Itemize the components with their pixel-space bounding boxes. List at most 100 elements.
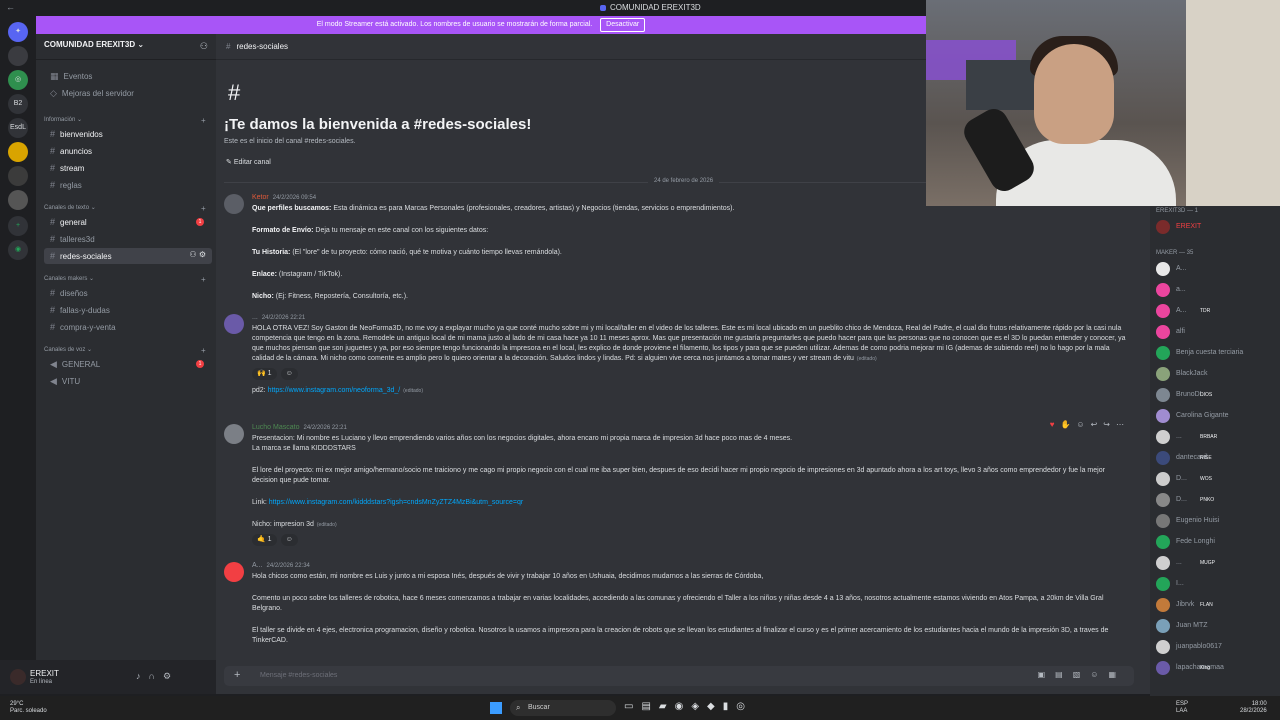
sidebar-item-boosts[interactable]: ◇ Mejoras del servidor [44, 85, 212, 101]
member-item[interactable]: alfi [1156, 325, 1280, 341]
avatar [1156, 220, 1170, 234]
category-voice[interactable]: Canales de voz ⌄ + [44, 346, 206, 355]
message-author[interactable]: Lucho Mascato [252, 424, 299, 431]
category-makers[interactable]: Canales makers ⌄ + [44, 275, 206, 284]
member-item[interactable]: Benja cuesta terciaria [1156, 346, 1280, 362]
reaction-chip[interactable]: 🙌 1 [252, 368, 277, 380]
channel-name: redes-sociales [236, 42, 289, 51]
server-icon[interactable] [8, 166, 28, 186]
server-b2[interactable]: B2 [8, 94, 28, 114]
channel-stream[interactable]: # stream [44, 160, 212, 176]
windows-start-icon[interactable] [490, 702, 502, 714]
category-text[interactable]: Canales de texto ⌄ + [44, 204, 206, 213]
member-item[interactable]: juanpablo0617 [1156, 640, 1280, 656]
member-name: a... [1176, 286, 1186, 293]
back-arrow-icon[interactable]: ← [6, 2, 15, 12]
server-icon[interactable] [8, 46, 28, 66]
member-owner[interactable]: EREXIT [1156, 220, 1280, 236]
add-channel-icon: + [201, 275, 206, 284]
avatar [1156, 262, 1170, 276]
avatar [1156, 535, 1170, 549]
gif-icon: ▤ [1055, 670, 1073, 679]
channel-anuncios[interactable]: # anuncios [44, 143, 212, 159]
voice-channel-vitu[interactable]: ◀ VITU [44, 373, 212, 389]
edit-channel-button[interactable]: ✎ Editar canal [226, 158, 271, 166]
member-item[interactable]: Fede Longhi [1156, 535, 1280, 551]
search-icon: ⌕ [516, 703, 521, 712]
channel-bienvenidos[interactable]: # bienvenidos [44, 126, 212, 142]
streamer-mode-banner: El modo Streamer está activado. Los nomb… [36, 16, 926, 34]
taskbar-search[interactable]: ⌕ Buscar [510, 700, 616, 716]
member-item[interactable]: dantecavil RISE [1156, 451, 1280, 467]
channel-reglas[interactable]: # reglas [44, 177, 212, 193]
reaction-chip[interactable]: 🤙 1 [252, 534, 277, 546]
invite-people-icon[interactable]: ⚇ [200, 41, 208, 52]
voice-channel-general[interactable]: ◀ GENERAL 1 [44, 356, 212, 372]
add-reaction-icon[interactable]: ☺ [280, 534, 298, 546]
member-item[interactable]: Carolina Gigante [1156, 409, 1280, 425]
voice-controls[interactable]: ♪∩⚙ [136, 671, 179, 682]
explore-icon[interactable]: ◉ [8, 240, 28, 260]
server-header[interactable]: COMUNIDAD EREXIT3D ⌄ ⚇ [36, 34, 216, 60]
member-item[interactable]: ... MUGP [1156, 556, 1280, 572]
taskbar-apps[interactable]: ▭▤▰◉◈◆▮◎ [624, 701, 753, 712]
attach-plus-icon[interactable]: + [234, 669, 240, 681]
input-tools[interactable]: ▣▤▧☺▦ [1038, 670, 1126, 679]
channel-sidebar: COMUNIDAD EREXIT3D ⌄ ⚇ ▦ Eventos ◇ Mejoras… [36, 34, 216, 660]
member-item[interactable]: A... [1156, 262, 1280, 278]
avatar[interactable] [224, 424, 244, 444]
message-author[interactable]: Ketor [252, 194, 269, 201]
channel-redes-sociales[interactable]: # redes-sociales ⚇ ⚙ [44, 248, 212, 264]
channel-talleres3d[interactable]: # talleres3d [44, 231, 212, 247]
member-name: Eugenio Huisi [1176, 517, 1220, 524]
member-item[interactable]: Juan MTZ [1156, 619, 1280, 635]
message-author[interactable]: ... [252, 314, 258, 321]
message-author[interactable]: A... [252, 562, 263, 569]
member-item[interactable]: lapachamamaa King [1156, 661, 1280, 677]
add-server-icon[interactable]: + [8, 216, 28, 236]
avatar[interactable] [10, 669, 26, 685]
server-icon[interactable] [8, 190, 28, 210]
member-name: Benja cuesta terciaria [1176, 349, 1244, 356]
channel-general[interactable]: # general 1 [44, 214, 212, 230]
member-item[interactable]: Jibrvk FLAN [1156, 598, 1280, 614]
member-item[interactable]: A... TDR [1156, 304, 1280, 320]
clock[interactable]: 18:00 28/2/2026 [1240, 701, 1267, 715]
message-timestamp: 24/2/2026 22:21 [261, 315, 306, 321]
direct-messages-icon[interactable]: ✦ [8, 22, 28, 42]
instagram-link[interactable]: https://www.instagram.com/neoforma_3d_/ [268, 387, 401, 394]
calendar-icon: ▦ [50, 71, 59, 81]
deactivate-button[interactable]: Desactivar [600, 18, 646, 32]
channel-fallas-y-dudas[interactable]: # fallas-y-dudas [44, 302, 212, 318]
category-info[interactable]: Información ⌄ + [44, 116, 206, 125]
weather-widget[interactable]: 29°C Parc. soleado [10, 701, 47, 715]
add-reaction-icon[interactable]: ☺ [280, 368, 298, 380]
message-actions[interactable]: ♥✋☺↩↪⋯ [1049, 420, 1130, 429]
avatar[interactable] [224, 194, 244, 214]
member-item[interactable]: D... PNKO [1156, 493, 1280, 509]
member-item[interactable]: I... [1156, 577, 1280, 593]
server-icon[interactable] [8, 142, 28, 162]
member-item[interactable]: a... [1156, 283, 1280, 299]
channel-compra-y-venta[interactable]: # compra-y-venta [44, 319, 212, 335]
server-icon-active[interactable]: ◎ [8, 70, 28, 90]
member-item[interactable]: D... WOS [1156, 472, 1280, 488]
gift-icon: ▣ [1037, 670, 1056, 679]
avatar [1156, 619, 1170, 633]
language-indicator[interactable]: ESP LAA [1176, 701, 1188, 715]
member-item[interactable]: BlackJack [1156, 367, 1280, 383]
channel-disenos[interactable]: # diseños [44, 285, 212, 301]
sidebar-item-events[interactable]: ▦ Eventos [44, 68, 212, 84]
member-name: D... [1176, 475, 1187, 482]
hash-icon: # [50, 146, 56, 156]
member-name: ... [1176, 559, 1182, 566]
server-esdl[interactable]: EsdL [8, 118, 28, 138]
member-item[interactable]: BrunoDL DIOS [1156, 388, 1280, 404]
member-item[interactable]: Eugenio Huisi [1156, 514, 1280, 530]
message-input[interactable]: + Mensaje #redes-sociales ▣▤▧☺▦ [224, 666, 1134, 686]
member-item[interactable]: ... BRBAR [1156, 430, 1280, 446]
avatar[interactable] [224, 314, 244, 334]
instagram-link[interactable]: https://www.instagram.com/kidddstars?igs… [269, 499, 523, 506]
forward-icon: ↪ [1103, 420, 1116, 429]
avatar[interactable] [224, 562, 244, 582]
